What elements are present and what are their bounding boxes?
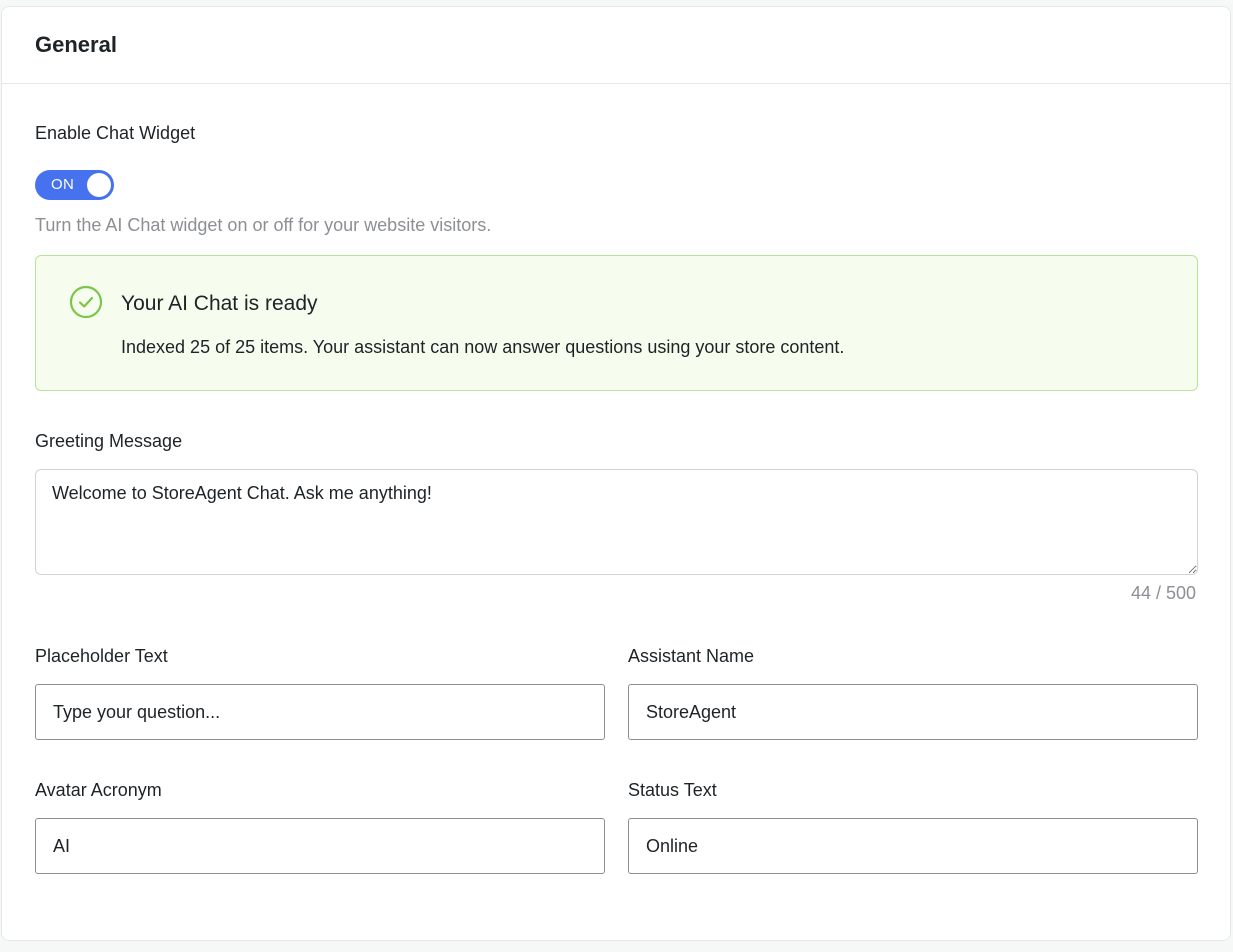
placeholder-text-label: Placeholder Text <box>35 646 168 666</box>
card-header: General <box>2 7 1230 84</box>
greeting-message-label: Greeting Message <box>35 431 183 451</box>
enable-chat-widget-help: Turn the AI Chat widget on or off for yo… <box>35 215 492 235</box>
greeting-char-counter: 44 / 500 <box>1130 583 1196 603</box>
status-text-label: Status Text <box>628 780 717 800</box>
greeting-message-textarea[interactable]: Welcome to StoreAgent Chat. Ask me anyth… <box>35 469 1198 575</box>
assistant-name-input[interactable] <box>628 684 1198 740</box>
assistant-name-label: Assistant Name <box>628 646 755 666</box>
enable-chat-widget-label: Enable Chat Widget <box>35 123 196 143</box>
toggle-knob <box>87 173 111 197</box>
placeholder-text-input[interactable] <box>35 684 605 740</box>
avatar-acronym-input[interactable] <box>35 818 605 874</box>
enable-chat-widget-toggle[interactable]: ON <box>35 170 114 200</box>
check-circle-icon <box>69 285 103 319</box>
avatar-acronym-label: Avatar Acronym <box>35 780 162 800</box>
notice-text: Indexed 25 of 25 items. Your assistant c… <box>121 337 845 357</box>
toggle-state-label: ON <box>51 176 75 193</box>
status-text-input[interactable] <box>628 818 1198 874</box>
ready-notice: Your AI Chat is ready Indexed 25 of 25 i… <box>35 255 1198 391</box>
notice-title: Your AI Chat is ready <box>121 292 318 315</box>
general-settings-card: General Enable Chat Widget ON Turn the A… <box>1 6 1231 941</box>
section-title: General <box>35 32 117 57</box>
